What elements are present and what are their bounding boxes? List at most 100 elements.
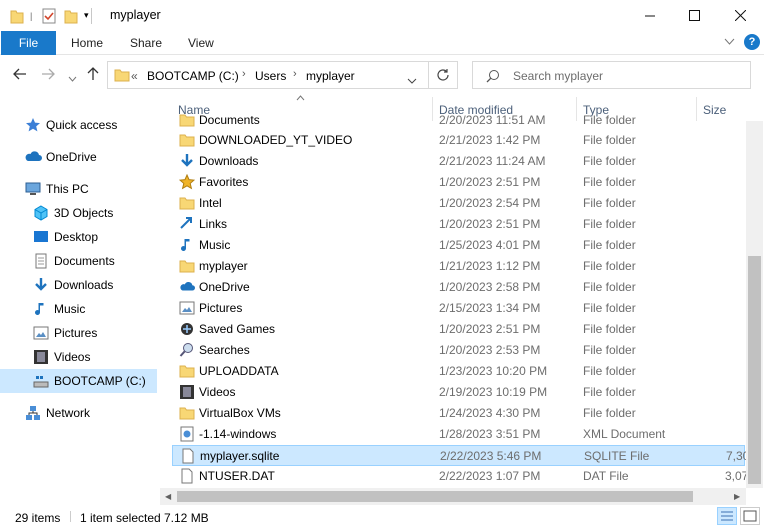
file-row-favorites[interactable]: Favorites 1/20/2023 2:51 PM File folder	[172, 172, 745, 193]
file-date: 1/25/2023 4:01 PM	[439, 238, 541, 252]
cloud-icon	[24, 149, 42, 165]
horizontal-scrollbar-thumb[interactable]	[177, 491, 693, 502]
video-icon	[33, 349, 49, 365]
nav-item-music[interactable]: Music	[0, 297, 157, 321]
recent-locations-button[interactable]	[68, 69, 77, 85]
expand-ribbon-icon[interactable]	[724, 35, 735, 49]
file-row-pictures[interactable]: Pictures 2/15/2023 1:34 PM File folder	[172, 298, 745, 319]
file-row-myplayer-sqlite[interactable]: myplayer.sqlite 2/22/2023 5:46 PM SQLITE…	[172, 445, 746, 466]
tab-view[interactable]: View	[188, 36, 214, 50]
help-icon[interactable]: ?	[744, 34, 760, 50]
file-row-onedrive[interactable]: OneDrive 1/20/2023 2:58 PM File folder	[172, 277, 745, 298]
nav-item-label: Quick access	[46, 118, 118, 132]
file-type: File folder	[583, 113, 636, 127]
close-button[interactable]	[717, 0, 763, 31]
tab-share[interactable]: Share	[130, 36, 162, 50]
maximize-button[interactable]	[671, 0, 717, 31]
file-row-music[interactable]: Music 1/25/2023 4:01 PM File folder	[172, 235, 745, 256]
nav-item-pictures[interactable]: Pictures	[0, 321, 157, 345]
nav-item-downloads[interactable]: Downloads	[0, 273, 157, 297]
breadcrumb-chevron-icon[interactable]: ›	[242, 68, 246, 80]
file-row-ntuser-dat[interactable]: NTUSER.DAT 2/22/2023 1:07 PM DAT File 3,…	[172, 466, 746, 487]
forward-button[interactable]	[41, 67, 55, 83]
file-row-links[interactable]: Links 1/20/2023 2:51 PM File folder	[172, 214, 745, 235]
network-icon	[25, 405, 41, 421]
file-row-intel[interactable]: Intel 1/20/2023 2:54 PM File folder	[172, 193, 745, 214]
file-row-virtualbox-vms[interactable]: VirtualBox VMs 1/24/2023 4:30 PM File fo…	[172, 403, 745, 424]
file-date: 1/20/2023 2:58 PM	[439, 280, 541, 294]
file-row-downloads[interactable]: Downloads 2/21/2023 11:24 AM File folder	[172, 151, 745, 172]
back-button[interactable]	[13, 67, 27, 83]
file-row-downloaded-yt-video[interactable]: DOWNLOADED_YT_VIDEO 2/21/2023 1:42 PM Fi…	[172, 130, 745, 151]
folder-icon	[179, 195, 195, 211]
search-box[interactable]: Search myplayer	[472, 61, 751, 89]
customize-quick-access-icon[interactable]: ▾	[84, 10, 89, 21]
tab-file[interactable]: File	[1, 31, 56, 55]
nav-item-documents[interactable]: Documents	[0, 249, 157, 273]
search-input[interactable]: Search myplayer	[513, 69, 603, 83]
minimize-button[interactable]	[627, 0, 673, 31]
file-name: NTUSER.DAT	[199, 469, 275, 483]
file-row-documents[interactable]: Documents 2/20/2023 11:51 AM File folder	[172, 110, 745, 131]
file-size: 7,30	[726, 449, 746, 463]
computer-icon	[25, 181, 41, 197]
folder-icon	[179, 132, 195, 148]
tab-home[interactable]: Home	[71, 36, 103, 50]
nav-item-label: Downloads	[54, 278, 114, 292]
forward-arrow-icon	[42, 68, 55, 80]
breadcrumb-drive[interactable]: BOOTCAMP (C:)	[147, 69, 239, 83]
up-button[interactable]	[87, 67, 99, 84]
file-type: File folder	[583, 280, 636, 294]
status-selection-size: 7.12 MB	[164, 511, 209, 525]
nav-item-3d-objects[interactable]: 3D Objects	[0, 201, 157, 225]
large-icons-view-button[interactable]	[740, 507, 760, 525]
vertical-scrollbar[interactable]	[746, 121, 763, 488]
address-history-icon[interactable]	[407, 73, 417, 87]
details-view-button[interactable]	[717, 507, 737, 525]
nav-item-onedrive[interactable]: OneDrive	[0, 145, 157, 169]
nav-item-network[interactable]: Network	[0, 401, 157, 425]
file-name: Documents	[199, 113, 260, 127]
breadcrumb-overflow[interactable]: «	[131, 69, 138, 83]
folder-icon[interactable]	[10, 8, 24, 27]
file-type: File folder	[583, 154, 636, 168]
file-row-searches[interactable]: Searches 1/20/2023 2:53 PM File folder	[172, 340, 745, 361]
status-bar: 29 items 1 item selected 7.12 MB	[0, 506, 764, 529]
scroll-right-icon[interactable]: ▶	[734, 492, 740, 501]
nav-item-bootcamp[interactable]: BOOTCAMP (C:)	[0, 369, 157, 393]
file-row-1-14-windows[interactable]: -1.14-windows 1/28/2023 3:51 PM XML Docu…	[172, 424, 745, 445]
file-type: File folder	[583, 406, 636, 420]
file-row-videos[interactable]: Videos 2/19/2023 10:19 PM File folder	[172, 382, 745, 403]
document-icon	[33, 253, 49, 269]
file-row-saved-games[interactable]: Saved Games 1/20/2023 2:51 PM File folde…	[172, 319, 745, 340]
cloud-icon	[179, 279, 195, 295]
file-row-uploaddata[interactable]: UPLOADDATA 1/23/2023 10:20 PM File folde…	[172, 361, 745, 382]
scroll-left-icon[interactable]: ◀	[165, 492, 171, 501]
breadcrumb-myplayer[interactable]: myplayer	[306, 69, 355, 83]
file-type: SQLITE File	[584, 449, 650, 463]
nav-item-label: 3D Objects	[54, 206, 114, 220]
folder-icon	[179, 405, 195, 421]
download-icon	[179, 153, 195, 169]
vertical-scrollbar-thumb[interactable]	[748, 256, 761, 484]
breadcrumb-chevron-icon[interactable]: ›	[293, 68, 297, 80]
nav-item-quick-access[interactable]: Quick access	[0, 113, 157, 137]
horizontal-scrollbar[interactable]: ◀ ▶	[160, 488, 746, 505]
file-row-myplayer[interactable]: myplayer 1/21/2023 1:12 PM File folder	[172, 256, 745, 277]
music-icon	[33, 301, 49, 317]
file-icon	[180, 448, 196, 464]
file-type: File folder	[583, 343, 636, 357]
new-folder-icon[interactable]	[64, 8, 78, 27]
nav-item-videos[interactable]: Videos	[0, 345, 157, 369]
folder-icon	[114, 67, 130, 86]
breadcrumb-users[interactable]: Users	[255, 69, 286, 83]
properties-icon[interactable]	[42, 8, 56, 27]
file-type: XML Document	[583, 427, 666, 441]
music-icon	[179, 237, 195, 253]
nav-item-this-pc[interactable]: This PC	[0, 177, 157, 201]
address-bar[interactable]: « BOOTCAMP (C:) › Users › myplayer	[107, 61, 429, 89]
nav-item-desktop[interactable]: Desktop	[0, 225, 157, 249]
file-name: Videos	[199, 385, 236, 399]
refresh-button[interactable]	[429, 61, 458, 89]
file-date: 1/20/2023 2:53 PM	[439, 343, 541, 357]
